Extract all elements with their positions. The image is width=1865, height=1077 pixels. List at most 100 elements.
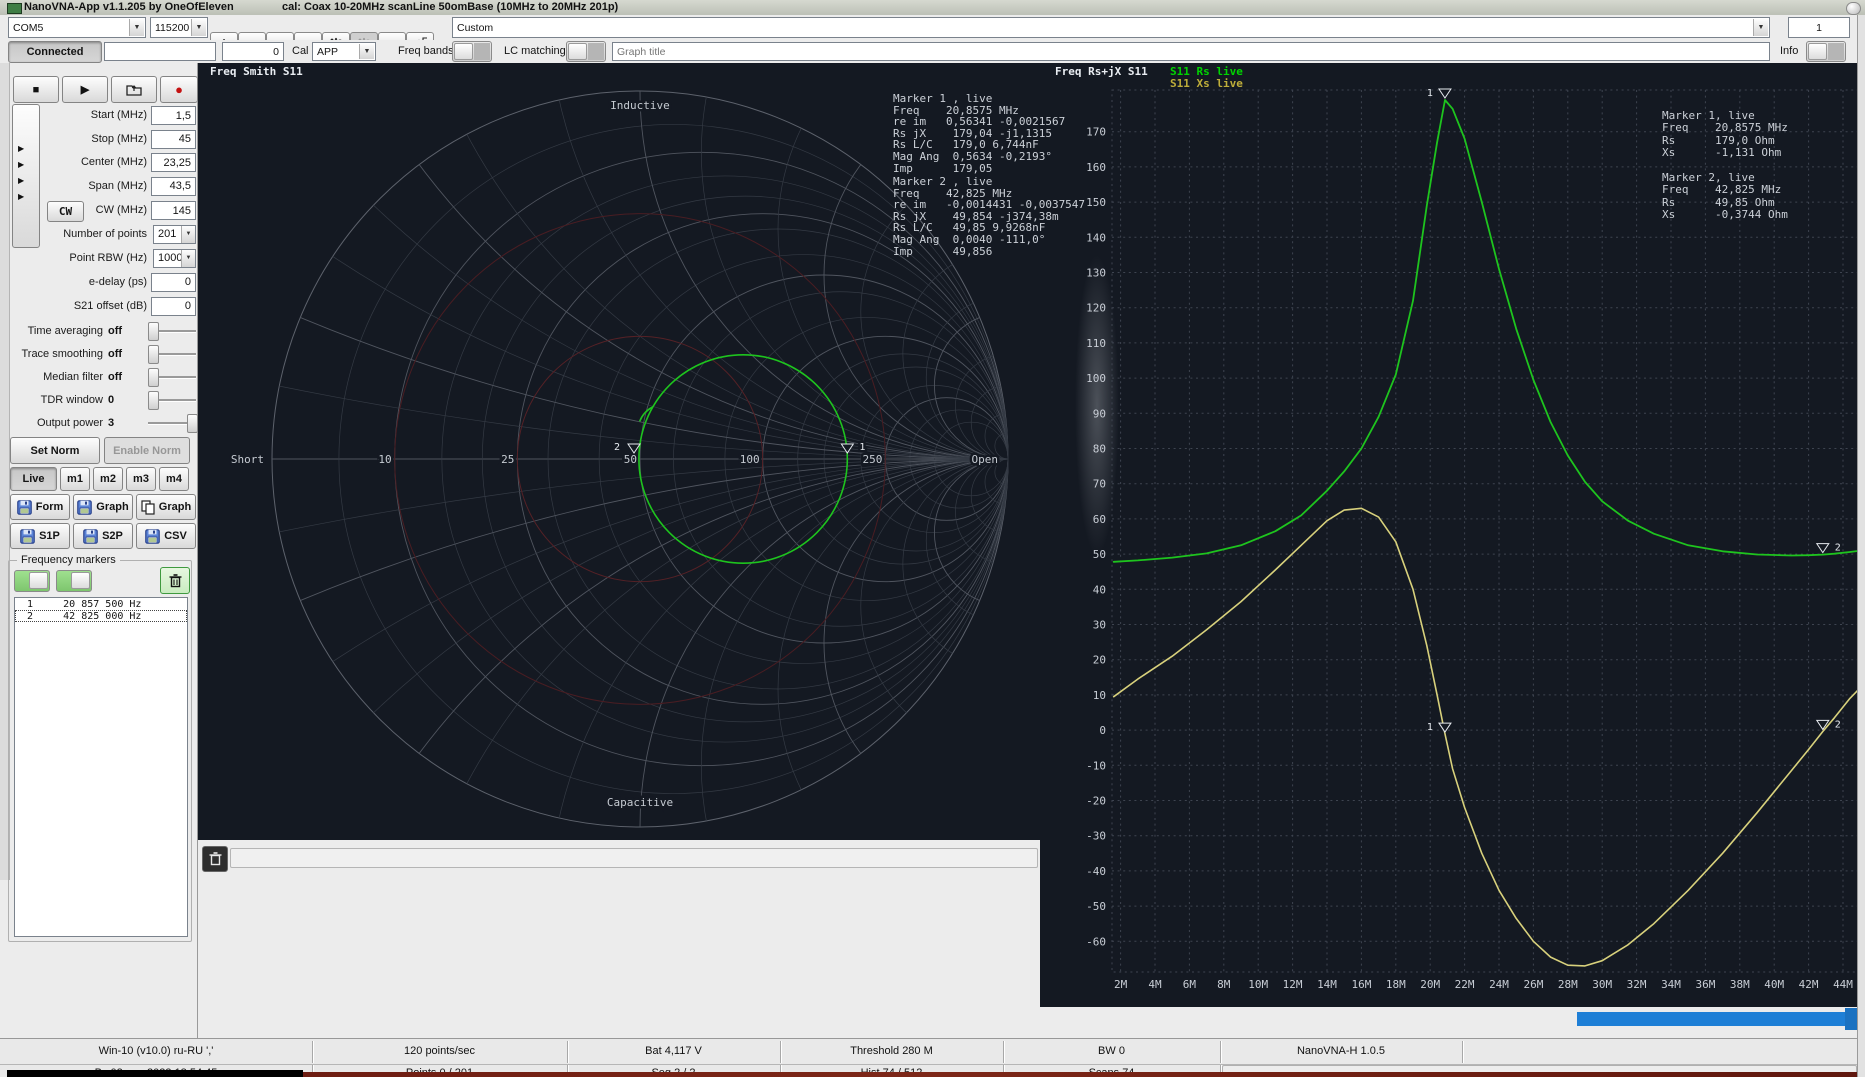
info-label: Info xyxy=(1780,45,1798,57)
mem-button-m2[interactable]: m2 xyxy=(93,467,123,491)
field-input-start-mhz-[interactable]: 1,5 xyxy=(151,106,196,125)
window-right-border xyxy=(1857,15,1865,1077)
titlebar: NanoVNA-App v1.1.205 by OneOfEleven cal:… xyxy=(0,0,1865,16)
window-title: NanoVNA-App v1.1.205 by OneOfEleven xyxy=(24,1,234,13)
taskbar-fragment xyxy=(7,1070,303,1077)
com-port-select[interactable]: COM5 ▼ xyxy=(8,17,146,38)
smith-marker2-info: Marker 2 , live Freq 42,825 MHz re im -0… xyxy=(893,176,1085,257)
field-input-center-mhz-[interactable]: 23,25 xyxy=(151,153,196,172)
mem-button-m1[interactable]: m1 xyxy=(60,467,90,491)
profile-select[interactable]: Custom ▼ xyxy=(452,17,1770,38)
freq-offset-field[interactable]: 0 xyxy=(222,42,284,61)
record-button[interactable]: ● xyxy=(160,76,198,103)
slider-thumb[interactable] xyxy=(148,391,159,410)
chevron-down-icon[interactable]: ▼ xyxy=(191,19,206,36)
mem-button-m4[interactable]: m4 xyxy=(159,467,189,491)
save-button-s2p-1[interactable]: S2P xyxy=(73,523,133,549)
connected-button[interactable]: Connected xyxy=(8,41,102,63)
spin-field[interactable]: 1 xyxy=(1788,17,1850,38)
app-icon xyxy=(7,3,22,14)
mem-button-m3[interactable]: m3 xyxy=(126,467,156,491)
slider-median-filter[interactable] xyxy=(148,368,196,385)
nanovna-app-window: NanoVNA-App v1.1.205 by OneOfEleven cal:… xyxy=(0,0,1865,1077)
save-button-graph-2[interactable]: Graph xyxy=(136,494,196,520)
button-label: S2P xyxy=(102,530,123,542)
legend-rs: S11 Rs live xyxy=(1170,66,1243,78)
expand-arrow-icon[interactable]: ▶ xyxy=(18,160,24,169)
field-input-e-delay-ps-[interactable]: 0 xyxy=(151,273,196,292)
cw-mode-button[interactable]: CW xyxy=(47,201,84,222)
slider-output-power[interactable] xyxy=(148,414,196,431)
chevron-down-icon[interactable]: ▼ xyxy=(359,44,374,59)
scan-progress-cap xyxy=(1845,1008,1857,1030)
chevron-down-icon[interactable]: ▼ xyxy=(1753,19,1768,36)
lc-matching-toggle[interactable] xyxy=(566,41,606,62)
smith-marker1-info: Marker 1 , live Freq 20,8575 MHz re im 0… xyxy=(893,93,1065,174)
info-toggle[interactable] xyxy=(1806,41,1846,62)
button-label: S1P xyxy=(39,530,60,542)
slider-trace-smoothing[interactable] xyxy=(148,345,196,362)
smith-scrollbar[interactable] xyxy=(230,848,1038,868)
slider-time-averaging[interactable] xyxy=(148,322,196,339)
expand-arrow-icon[interactable]: ▶ xyxy=(18,192,24,201)
rplot-marker1-info: Marker 1, live Freq 20,8575 MHz Rs 179,0… xyxy=(1662,110,1788,160)
marker1-toggle[interactable] xyxy=(14,570,50,592)
slider-thumb[interactable] xyxy=(148,368,159,387)
play-icon: ▶ xyxy=(81,83,89,96)
slider-thumb[interactable] xyxy=(148,322,159,341)
open-folder-button[interactable] xyxy=(111,76,157,103)
slider-thumb[interactable] xyxy=(148,345,159,364)
trash-icon xyxy=(209,852,222,866)
freq-bands-label: Freq bands xyxy=(398,45,454,57)
marker-frequency-list[interactable]: 1 20 857 500 Hz 2 42 825 000 Hz xyxy=(14,597,188,937)
play-button[interactable]: ▶ xyxy=(62,76,108,103)
save-button-form-0[interactable]: Form xyxy=(10,494,70,520)
save-button-graph-1[interactable]: Graph xyxy=(73,494,133,520)
slider-label-1: Trace smoothing xyxy=(8,348,103,360)
expand-arrow-icon[interactable]: ▶ xyxy=(18,144,24,153)
freq-bands-toggle[interactable] xyxy=(452,41,492,62)
serial-text-field[interactable] xyxy=(104,42,216,61)
status-cell-4: BW 0 xyxy=(1007,1045,1216,1057)
save-button-s1p-0[interactable]: S1P xyxy=(10,523,70,549)
scan-progress-bar xyxy=(1577,1012,1848,1026)
field-input-number-of-points[interactable]: 201▼ xyxy=(153,225,196,244)
mem-button-live[interactable]: Live xyxy=(10,467,57,491)
slider-thumb[interactable] xyxy=(187,414,198,433)
clear-trace-button[interactable] xyxy=(202,846,228,872)
save-button-csv-2[interactable]: CSV xyxy=(136,523,196,549)
slider-label-2: Median filter xyxy=(8,371,103,383)
rplot-header: Freq Rs+jX S11 xyxy=(1055,66,1148,78)
slider-label-3: TDR window xyxy=(8,394,103,406)
chevron-down-icon[interactable]: ▼ xyxy=(181,226,195,243)
cal-mode-select[interactable]: APP ▼ xyxy=(312,42,376,61)
field-input-cw-mhz-[interactable]: 145 xyxy=(151,201,196,220)
window-minimize-button[interactable] xyxy=(1846,2,1861,15)
marker2-toggle[interactable] xyxy=(56,570,92,592)
marker-list-item[interactable]: 1 20 857 500 Hz xyxy=(15,598,187,610)
field-input-span-mhz-[interactable]: 43,5 xyxy=(151,177,196,196)
slider-tdr-window[interactable] xyxy=(148,391,196,408)
field-label-1: Stop (MHz) xyxy=(40,133,147,145)
slider-value-4: 3 xyxy=(108,417,114,429)
field-input-stop-mhz-[interactable]: 45 xyxy=(151,130,196,149)
delete-markers-button[interactable] xyxy=(160,567,190,594)
set-norm-button[interactable]: Set Norm xyxy=(10,437,100,464)
chevron-down-icon[interactable]: ▼ xyxy=(181,250,195,267)
enable-norm-button[interactable]: Enable Norm xyxy=(104,437,190,464)
expand-panel-button[interactable] xyxy=(12,104,40,248)
field-input-s21-offset-db-[interactable]: 0 xyxy=(151,297,196,316)
stop-button[interactable]: ■ xyxy=(13,76,59,103)
expand-arrow-icon[interactable]: ▶ xyxy=(18,176,24,185)
field-input-point-rbw-hz-[interactable]: 1000▼ xyxy=(153,249,196,268)
baud-rate-select[interactable]: 115200 ▼ xyxy=(150,17,208,38)
chevron-down-icon[interactable]: ▼ xyxy=(129,19,144,36)
status-cell-1: 120 points/sec xyxy=(316,1045,563,1057)
rs-jx-plot-panel[interactable] xyxy=(1040,840,1857,1007)
toolbar-row2: Connected 0 Cal APP ▼ Freq bands LC matc… xyxy=(0,40,1865,64)
marker-list-item[interactable]: 2 42 825 000 Hz xyxy=(15,610,187,622)
graph-title-input[interactable] xyxy=(612,42,1770,61)
floppy-icon xyxy=(17,500,32,515)
status-cell-3: Threshold 280 M xyxy=(784,1045,999,1057)
slider-value-3: 0 xyxy=(108,394,114,406)
